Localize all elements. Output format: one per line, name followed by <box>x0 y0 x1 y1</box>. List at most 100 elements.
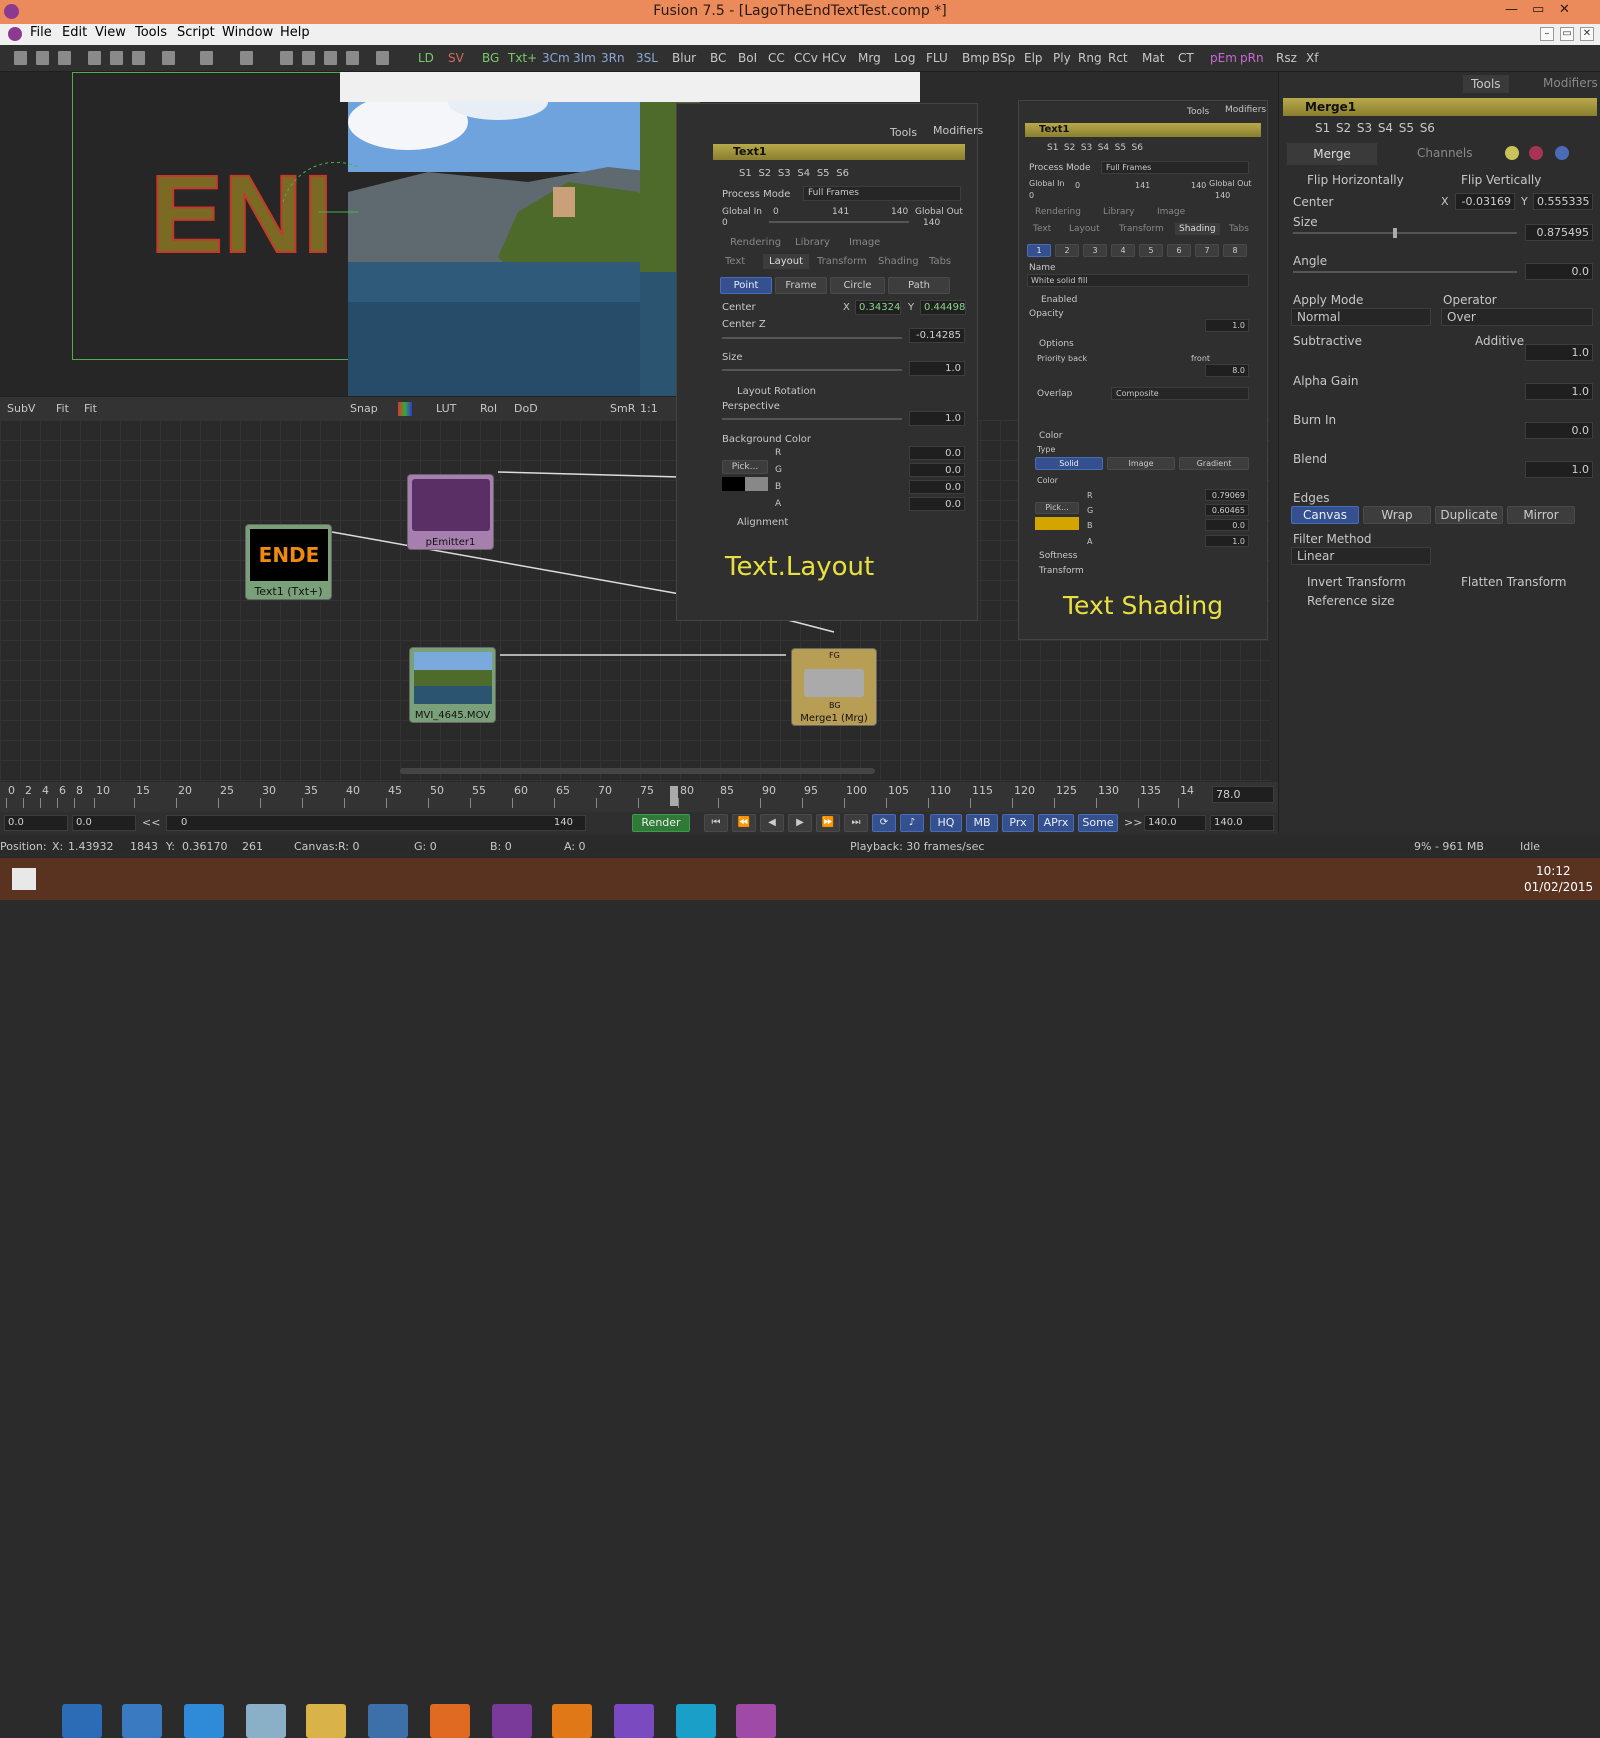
shading-version-s5[interactable]: S5 <box>1115 143 1126 153</box>
merge-filter-select[interactable]: Linear <box>1291 547 1431 565</box>
shading-maintab-transform[interactable]: Transform <box>1119 224 1164 234</box>
layout-version-s2[interactable]: S2 <box>758 168 771 179</box>
taskbar-app-6[interactable] <box>368 1704 408 1738</box>
taskbar-explorer[interactable] <box>306 1704 346 1738</box>
render-button[interactable]: Render <box>632 814 690 832</box>
layout-maintab-transform[interactable]: Transform <box>817 256 867 267</box>
menu-window[interactable]: Window <box>222 25 273 40</box>
shading-number-8[interactable]: 8 <box>1223 244 1247 257</box>
text1-node[interactable]: ENDE Text1 (Txt+) <box>245 524 332 600</box>
tool-ply[interactable]: Ply <box>1053 51 1071 65</box>
shading-number-2[interactable]: 2 <box>1055 244 1079 257</box>
tool-ct[interactable]: CT <box>1178 51 1194 65</box>
shading-a-input[interactable]: 1.0 <box>1205 535 1249 547</box>
shading-subtab-library[interactable]: Library <box>1103 207 1134 217</box>
timeline[interactable]: 0 2 4 6 8 10 15 20 25 30 35 40 45 50 55 60 65 70 75 80 85 90 9… <box>0 782 1278 812</box>
subv-button[interactable]: SubV <box>7 402 35 415</box>
current-frame-input[interactable]: 78.0 <box>1212 786 1274 803</box>
merge-blend-input[interactable]: 1.0 <box>1525 461 1593 478</box>
maximize-button[interactable]: ▭ <box>1532 2 1544 17</box>
taskbar-app-3[interactable] <box>184 1704 224 1738</box>
merge-angle-slider[interactable] <box>1293 271 1517 273</box>
merge-size-input[interactable]: 0.875495 <box>1525 224 1593 241</box>
cut-icon[interactable] <box>88 51 101 65</box>
some-button[interactable]: Some <box>1078 814 1118 832</box>
windows-start-icon[interactable] <box>12 868 36 890</box>
layout-bg-a-input[interactable]: 0.0 <box>909 497 965 511</box>
mdi-minimize-button[interactable]: – <box>1540 27 1554 41</box>
merge-version-s5[interactable]: S5 <box>1399 121 1414 135</box>
layout-center-x-input[interactable]: 0.34324 <box>855 300 901 315</box>
tool-bg[interactable]: BG <box>482 51 499 65</box>
layout-bg-r-input[interactable]: 0.0 <box>909 446 965 460</box>
tool-cc[interactable]: CC <box>768 51 785 65</box>
shading-type-solid[interactable]: Solid <box>1035 457 1103 470</box>
step-forward-button[interactable]: ⏩ <box>816 814 840 832</box>
tool-sv[interactable]: SV <box>448 51 464 65</box>
lut-button[interactable]: LUT <box>436 402 456 415</box>
layout-subtab-library[interactable]: Library <box>795 237 830 248</box>
layout-global-range-slider[interactable] <box>769 221 909 223</box>
merge-tab-tools[interactable]: Tools <box>1463 75 1509 93</box>
shading-transform-header[interactable]: Transform <box>1039 566 1084 576</box>
tool-flu[interactable]: FLU <box>926 51 948 65</box>
ratio-button[interactable]: 1:1 <box>640 402 658 415</box>
redo-icon[interactable] <box>200 51 213 65</box>
layout-circle-button[interactable]: Circle <box>830 277 885 294</box>
shading-version-s6[interactable]: S6 <box>1132 143 1143 153</box>
shading-maintab-tabs[interactable]: Tabs <box>1229 224 1249 234</box>
tool-boi[interactable]: BoI <box>738 51 757 65</box>
tool-ccv[interactable]: CCv <box>794 51 818 65</box>
layout-bg-g-input[interactable]: 0.0 <box>909 463 965 477</box>
shading-maintab-shading[interactable]: Shading <box>1175 223 1220 235</box>
layout-perspective-input[interactable]: 1.0 <box>909 411 965 426</box>
start-a-input[interactable]: 0.0 <box>4 815 68 831</box>
mdi-restore-button[interactable]: ▭ <box>1560 27 1574 41</box>
menu-edit[interactable]: Edit <box>62 25 87 40</box>
layout-rotation-header[interactable]: Layout Rotation <box>737 386 816 397</box>
merge-version-s4[interactable]: S4 <box>1378 121 1393 135</box>
layout-version-s4[interactable]: S4 <box>797 168 810 179</box>
layout-tab-tools[interactable]: Tools <box>890 126 917 139</box>
end-b-input[interactable]: 140.0 <box>1210 815 1274 831</box>
layout-center-z-input[interactable]: -0.14285 <box>909 328 965 343</box>
merge-apply-mode-select[interactable]: Normal <box>1291 308 1431 326</box>
layout-subtab-rendering[interactable]: Rendering <box>730 237 781 248</box>
layout-path-button[interactable]: Path <box>888 277 950 294</box>
range-slider[interactable]: 0 140 <box>166 815 586 831</box>
merge-version-s3[interactable]: S3 <box>1357 121 1372 135</box>
shading-number-1[interactable]: 1 <box>1027 244 1051 257</box>
mb-button[interactable]: MB <box>966 814 998 832</box>
layout-perspective-slider[interactable] <box>722 418 902 420</box>
tool-rsz[interactable]: Rsz <box>1276 51 1297 65</box>
layout-version-s6[interactable]: S6 <box>836 168 849 179</box>
timeline-nav-right[interactable]: >> <box>1124 816 1142 829</box>
tool-mat[interactable]: Mat <box>1142 51 1164 65</box>
tool-xf[interactable]: Xf <box>1306 51 1318 65</box>
shading-overlap-select[interactable]: Composite <box>1111 387 1249 400</box>
tool-bc[interactable]: BC <box>710 51 726 65</box>
shading-options-header[interactable]: Options <box>1039 339 1074 349</box>
shading-version-s4[interactable]: S4 <box>1098 143 1109 153</box>
shading-maintab-layout[interactable]: Layout <box>1069 224 1100 234</box>
shading-number-3[interactable]: 3 <box>1083 244 1107 257</box>
layout-tool-header[interactable]: Text1 <box>713 144 965 160</box>
shading-type-gradient[interactable]: Gradient <box>1179 457 1249 470</box>
merge-sub-add-input[interactable]: 1.0 <box>1525 344 1593 361</box>
tool-mrg[interactable]: Mrg <box>858 51 881 65</box>
shading-version-s2[interactable]: S2 <box>1064 143 1075 153</box>
shading-priority-input[interactable]: 8.0 <box>1205 364 1249 377</box>
play-button[interactable]: ▶ <box>788 814 812 832</box>
shading-subtab-rendering[interactable]: Rendering <box>1035 207 1081 217</box>
layout-center-z-slider[interactable] <box>722 337 902 339</box>
layout-1-icon[interactable] <box>280 51 293 65</box>
loop-button[interactable]: ⟳ <box>872 814 896 832</box>
merge-subtab-merge[interactable]: Merge <box>1287 143 1377 165</box>
shading-enabled-checkbox[interactable]: Enabled <box>1041 295 1077 305</box>
layout-version-s1[interactable]: S1 <box>739 168 752 179</box>
layout-maintab-tabs[interactable]: Tabs <box>929 256 951 267</box>
go-end-button[interactable]: ⏭ <box>844 814 868 832</box>
taskbar-app-10[interactable] <box>614 1704 654 1738</box>
tool-txt[interactable]: Txt+ <box>508 51 537 65</box>
start-b-input[interactable]: 0.0 <box>72 815 136 831</box>
